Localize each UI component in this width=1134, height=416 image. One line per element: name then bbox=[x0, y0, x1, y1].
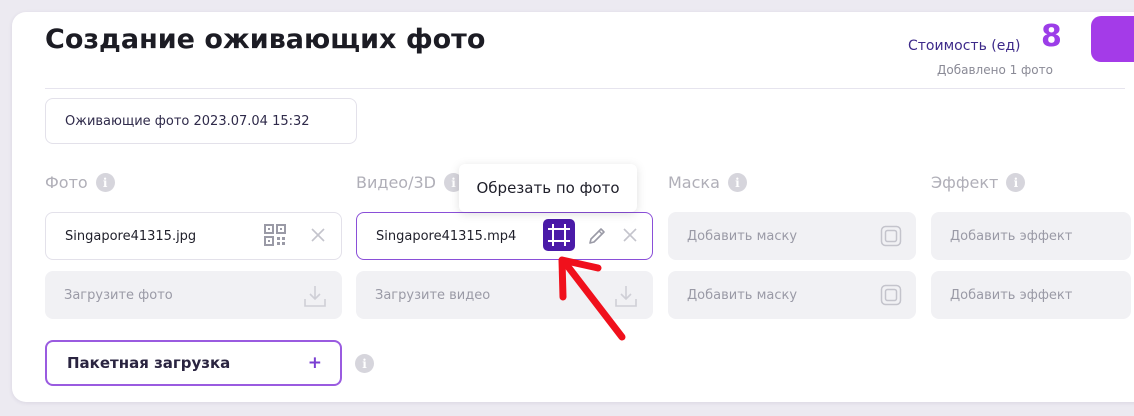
annotation-arrow bbox=[558, 256, 626, 341]
